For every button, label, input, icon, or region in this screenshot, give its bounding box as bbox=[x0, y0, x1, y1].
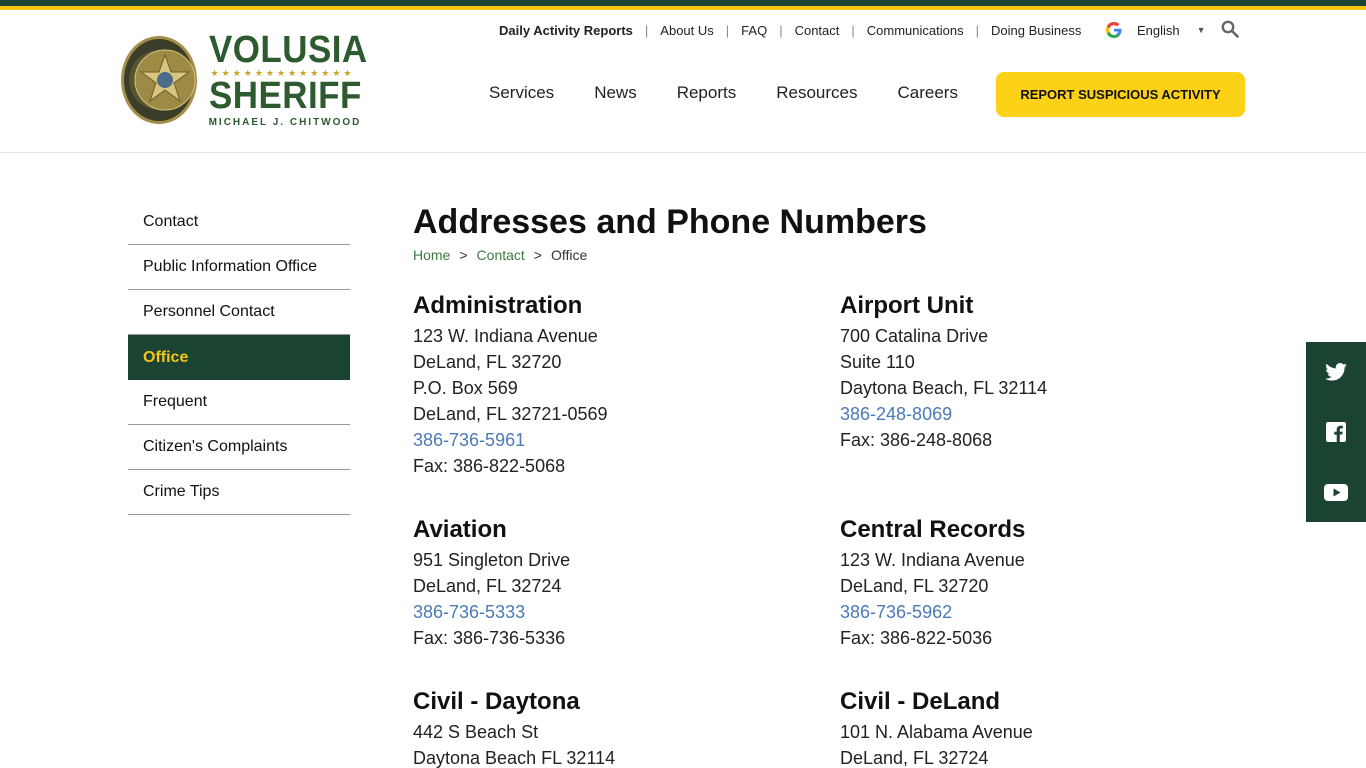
office-name: Civil - DeLand bbox=[840, 688, 1001, 715]
address-line: P.O. Box 569 bbox=[413, 378, 518, 398]
main-nav: Services News Reports Resources Careers bbox=[489, 83, 998, 103]
utility-link-contact[interactable]: Contact bbox=[795, 23, 840, 38]
social-bar bbox=[1306, 342, 1366, 522]
language-selector[interactable]: English ▼ bbox=[1106, 22, 1206, 38]
utility-link-about-us[interactable]: About Us bbox=[660, 23, 713, 38]
facebook-icon[interactable] bbox=[1306, 402, 1366, 462]
page-title: Addresses and Phone Numbers bbox=[413, 203, 927, 241]
sidebar-item-frequent[interactable]: Frequent bbox=[128, 380, 350, 425]
office-card: Civil - Daytona 442 S Beach St Daytona B… bbox=[413, 687, 813, 768]
youtube-icon[interactable] bbox=[1306, 462, 1366, 522]
nav-news[interactable]: News bbox=[594, 83, 637, 103]
address-line: Daytona Beach FL 32114 bbox=[413, 748, 616, 768]
sidebar-item-personnel-contact[interactable]: Personnel Contact bbox=[128, 290, 350, 335]
sidebar-item-crime-tips[interactable]: Crime Tips bbox=[128, 470, 350, 515]
address-line: 951 Singleton Drive bbox=[413, 550, 571, 570]
office-card: Civil - DeLand 101 N. Alabama Avenue DeL… bbox=[840, 687, 1240, 768]
address-line: 442 S Beach St bbox=[413, 722, 539, 742]
breadcrumb-home[interactable]: Home bbox=[413, 247, 450, 263]
address-line: DeLand, FL 32720 bbox=[413, 352, 562, 372]
fax-number: Fax: 386-248-8068 bbox=[840, 430, 993, 450]
sidebar-nav: Contact Public Information Office Person… bbox=[128, 200, 350, 515]
brand-line2: SHERIFF bbox=[208, 74, 362, 117]
breadcrumb-contact[interactable]: Contact bbox=[477, 247, 525, 263]
address-line: Daytona Beach, FL 32114 bbox=[840, 378, 1048, 398]
address-line: 101 N. Alabama Avenue bbox=[840, 722, 1033, 742]
address-line: 123 W. Indiana Avenue bbox=[413, 326, 598, 346]
brand-line1: VOLUSIA bbox=[208, 28, 368, 71]
fax-number: Fax: 386-736-5336 bbox=[413, 628, 566, 648]
site-logo[interactable]: VOLUSIA ★★★★★★★★★★★★★ SHERIFF MICHAEL J.… bbox=[121, 30, 381, 130]
address-line: DeLand, FL 32724 bbox=[840, 748, 989, 768]
office-name: Airport Unit bbox=[840, 292, 974, 319]
address-line: DeLand, FL 32724 bbox=[413, 576, 562, 596]
address-line: Suite 110 bbox=[840, 352, 915, 372]
sidebar-item-public-information-office[interactable]: Public Information Office bbox=[128, 245, 350, 290]
office-name: Civil - Daytona bbox=[413, 688, 580, 715]
fax-number: Fax: 386-822-5068 bbox=[413, 456, 566, 476]
breadcrumb: Home > Contact > Office bbox=[413, 247, 588, 263]
office-name: Central Records bbox=[840, 516, 1026, 543]
sidebar-item-office[interactable]: Office bbox=[128, 335, 350, 380]
language-label: English bbox=[1137, 22, 1180, 38]
fax-number: Fax: 386-822-5036 bbox=[840, 628, 993, 648]
brand-sheriff-name: MICHAEL J. CHITWOOD bbox=[208, 116, 362, 128]
nav-careers[interactable]: Careers bbox=[898, 83, 958, 103]
report-suspicious-activity-button[interactable]: REPORT SUSPICIOUS ACTIVITY bbox=[996, 72, 1245, 117]
search-icon[interactable] bbox=[1221, 20, 1239, 38]
phone-link[interactable]: 386-736-5961 bbox=[413, 427, 813, 453]
office-card: Administration 123 W. Indiana Avenue DeL… bbox=[413, 291, 813, 479]
address-line: DeLand, FL 32721-0569 bbox=[413, 404, 608, 424]
address-line: 700 Catalina Drive bbox=[840, 326, 989, 346]
site-header: VOLUSIA ★★★★★★★★★★★★★ SHERIFF MICHAEL J.… bbox=[0, 10, 1366, 153]
office-card: Airport Unit 700 Catalina Drive Suite 11… bbox=[840, 291, 1240, 453]
office-name: Administration bbox=[413, 292, 583, 319]
top-stripe bbox=[0, 0, 1366, 10]
phone-link[interactable]: 386-736-5333 bbox=[413, 599, 813, 625]
main-content: Addresses and Phone Numbers Home > Contact… bbox=[413, 200, 1263, 768]
utility-link-daily-activity-reports[interactable]: Daily Activity Reports bbox=[499, 23, 633, 38]
address-line: 123 W. Indiana Avenue bbox=[840, 550, 1025, 570]
nav-services[interactable]: Services bbox=[489, 83, 554, 103]
breadcrumb-current: Office bbox=[550, 247, 588, 263]
phone-link[interactable]: 386-248-8069 bbox=[840, 401, 1240, 427]
twitter-icon[interactable] bbox=[1306, 342, 1366, 402]
utility-link-faq[interactable]: FAQ bbox=[741, 23, 767, 38]
nav-reports[interactable]: Reports bbox=[677, 83, 737, 103]
utility-link-doing-business[interactable]: Doing Business bbox=[991, 23, 1081, 38]
utility-nav: Daily Activity Reports | About Us | FAQ … bbox=[499, 23, 1082, 38]
address-line: DeLand, FL 32720 bbox=[840, 576, 989, 596]
google-icon bbox=[1106, 22, 1122, 38]
office-name: Aviation bbox=[413, 516, 507, 543]
sheriff-seal-icon bbox=[121, 36, 197, 124]
utility-link-communications[interactable]: Communications bbox=[867, 23, 964, 38]
phone-link[interactable]: 386-736-5962 bbox=[840, 599, 1240, 625]
nav-resources[interactable]: Resources bbox=[776, 83, 857, 103]
office-card: Central Records 123 W. Indiana Avenue De… bbox=[840, 515, 1240, 651]
office-card: Aviation 951 Singleton Drive DeLand, FL … bbox=[413, 515, 813, 651]
chevron-down-icon: ▼ bbox=[1196, 25, 1206, 35]
sidebar-item-contact[interactable]: Contact bbox=[128, 200, 350, 245]
sidebar-item-citizens-complaints[interactable]: Citizen's Complaints bbox=[128, 425, 350, 470]
